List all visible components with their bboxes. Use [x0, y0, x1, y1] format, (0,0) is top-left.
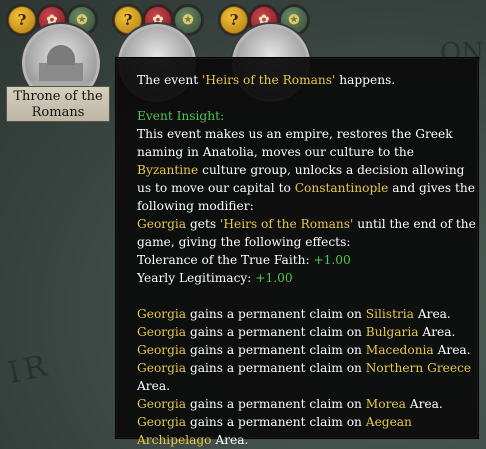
- effect-line: Yearly Legitimacy: +1.00: [137, 269, 477, 287]
- claim-text: gains a permanent claim on: [186, 397, 366, 411]
- country-name: Georgia: [137, 217, 187, 231]
- claim-suffix: Area.: [433, 343, 471, 357]
- country-name: Georgia: [137, 361, 187, 375]
- question-icon[interactable]: ?: [220, 6, 248, 34]
- effect-value: +1.00: [313, 253, 351, 267]
- country-name: Georgia: [137, 307, 187, 321]
- area-name: Morea: [365, 397, 406, 411]
- area-name: Northern Greece: [365, 361, 472, 375]
- claim-text: gains a permanent claim on: [186, 307, 366, 321]
- claim-line: Georgia gains a permanent claim on Morea…: [137, 395, 477, 413]
- body-text: gets: [186, 217, 220, 231]
- effect-value: +1.00: [255, 271, 293, 285]
- intro-prefix: The event: [137, 73, 202, 87]
- event-insight-body: This event makes us an empire, restores …: [137, 125, 477, 251]
- country-name: Georgia: [137, 325, 187, 339]
- claim-line: Georgia gains a permanent claim on Silis…: [137, 305, 477, 323]
- claim-line: Georgia gains a permanent claim on Aegea…: [137, 413, 477, 449]
- country-name: Georgia: [137, 397, 187, 411]
- country-name: Georgia: [137, 343, 187, 357]
- area-name: Bulgaria: [365, 325, 419, 339]
- claim-suffix: Area.: [418, 325, 456, 339]
- area-name: Macedonia: [365, 343, 434, 357]
- dome-shape: [47, 45, 75, 65]
- building-shape: [39, 63, 83, 81]
- claim-line: Georgia gains a permanent claim on Maced…: [137, 341, 477, 359]
- claim-text: gains a permanent claim on: [186, 343, 366, 357]
- claim-line: Georgia gains a permanent claim on North…: [137, 359, 477, 395]
- effect-line: Tolerance of the True Faith: +1.00: [137, 251, 477, 269]
- event-name: 'Heirs of the Romans': [202, 73, 336, 87]
- claim-suffix: Area.: [413, 307, 451, 321]
- claim-line: Georgia gains a permanent claim on Bulga…: [137, 323, 477, 341]
- claim-text: gains a permanent claim on: [186, 415, 366, 429]
- intro-suffix: happens.: [335, 73, 396, 87]
- capital-name: Constantinople: [294, 181, 389, 195]
- effect-label: Yearly Legitimacy:: [137, 271, 256, 285]
- mission-title: Throne of the Romans: [6, 86, 110, 122]
- tooltip-intro: The event 'Heirs of the Romans' happens.: [137, 71, 477, 89]
- claim-suffix: Area.: [405, 397, 443, 411]
- question-icon[interactable]: ?: [8, 6, 36, 34]
- event-tooltip: The event 'Heirs of the Romans' happens.…: [116, 58, 478, 447]
- country-name: Georgia: [137, 415, 187, 429]
- area-name: Silistria: [365, 307, 414, 321]
- culture-name: Byzantine: [137, 163, 199, 177]
- modifier-name: 'Heirs of the Romans': [220, 217, 354, 231]
- event-insight-heading: Event Insight:: [137, 109, 225, 123]
- claim-suffix: Area.: [211, 433, 249, 447]
- claim-text: gains a permanent claim on: [186, 325, 366, 339]
- claim-text: gains a permanent claim on: [186, 361, 366, 375]
- effect-label: Tolerance of the True Faith:: [137, 253, 314, 267]
- claim-suffix: Area.: [137, 379, 170, 393]
- body-text: This event makes us an empire, restores …: [137, 127, 453, 159]
